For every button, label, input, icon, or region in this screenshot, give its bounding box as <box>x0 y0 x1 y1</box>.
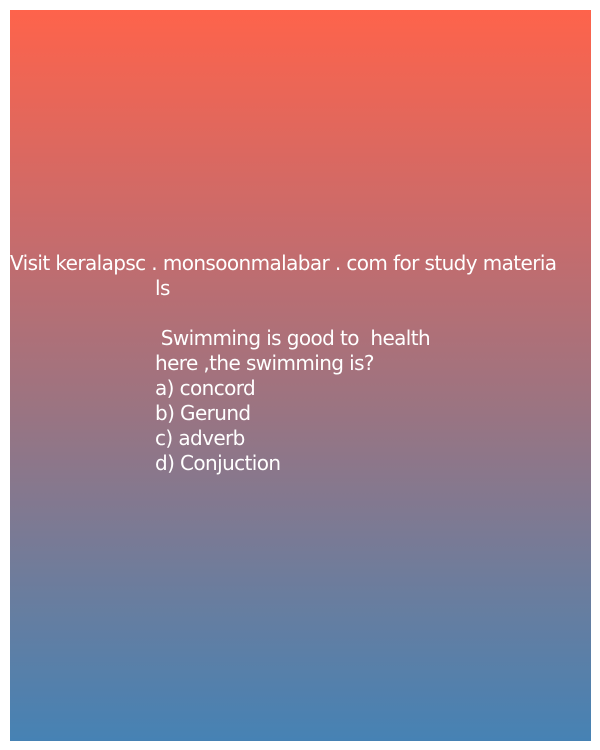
option-b: b) Gerund <box>155 401 251 425</box>
promo-line-1: Visit keralapsc . monsoonmalabar . com f… <box>10 251 557 275</box>
option-c: c) adverb <box>155 426 245 450</box>
question-text-block: Visit keralapsc . monsoonmalabar . com f… <box>10 251 591 476</box>
promo-line-2: ls <box>155 276 170 300</box>
question-card: Visit keralapsc . monsoonmalabar . com f… <box>10 10 591 741</box>
question-line-2: here ,the swimming is? <box>155 351 375 375</box>
option-d: d) Conjuction <box>155 451 281 475</box>
question-line-1: Swimming is good to health <box>155 326 431 350</box>
option-a: a) concord <box>155 376 256 400</box>
